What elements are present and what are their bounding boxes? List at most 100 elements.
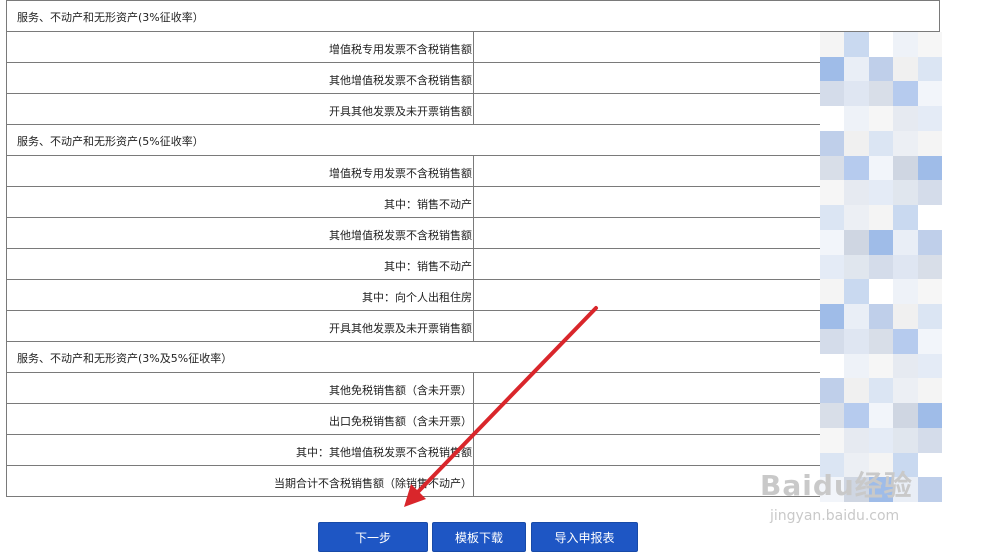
field-label: 其他增值税发票不含税销售额 [329,229,472,242]
field-label: 其中：销售不动产 [384,260,472,273]
table-row: 增值税专用发票不含税销售额 [6,32,940,63]
blur-block [893,155,918,181]
blur-block [844,403,869,428]
blur-block [820,130,845,156]
blur-block [844,81,869,107]
field-label: 增值税专用发票不含税销售额 [329,167,472,180]
blur-block [917,304,942,329]
blur-block [820,427,845,453]
blur-block [868,328,894,354]
blur-block [844,205,869,230]
blur-block [893,304,918,329]
blur-block [868,304,894,329]
blur-block [820,279,845,305]
table-row: 开具其他发票及未开票销售额 [6,311,940,342]
blur-block [844,378,869,404]
next-step-button[interactable]: 下一步 [318,522,428,552]
blur-block [844,56,869,82]
blur-block [844,304,869,329]
blur-block [844,254,869,280]
blur-block [844,106,869,131]
import-report-button[interactable]: 导入申报表 [531,522,638,552]
table-row: 增值税专用发票不含税销售额 [6,156,940,187]
template-download-button[interactable]: 模板下载 [432,522,526,552]
blur-block [917,229,942,255]
table-row: 出口免税销售额（含未开票） [6,404,940,435]
blur-block [893,254,918,280]
blur-block [820,81,845,107]
baidu-watermark: Baidu经验 jingyan.baidu.com [760,464,990,544]
section-header-row: 服务、不动产和无形资产(3%及5%征收率） [6,342,940,373]
blur-block [917,427,942,453]
blur-block [844,229,869,255]
blur-block [820,304,845,329]
blur-block [820,155,845,181]
field-label: 其中：向个人出租住房 [362,291,472,304]
blur-block [893,106,918,131]
field-label: 出口免税销售额（含未开票） [329,415,472,428]
blur-block [893,229,918,255]
blur-block [868,403,894,428]
section-title: 服务、不动产和无形资产(3%及5%征收率） [17,352,233,365]
blur-block [893,180,918,206]
blur-block [820,32,845,57]
blur-block [820,56,845,82]
blur-block [893,279,918,305]
blur-block [868,81,894,107]
section-title: 服务、不动产和无形资产(3%征收率） [17,11,204,24]
blur-block [893,81,918,107]
field-label: 当期合计不含税销售额（除销售不动产） [274,477,472,490]
section-title: 服务、不动产和无形资产(5%征收率） [17,135,204,148]
blur-block [917,180,942,206]
section-header-row: 服务、不动产和无形资产(3%征收率） [6,0,940,32]
blur-block [844,353,869,379]
blur-block [844,180,869,206]
field-label: 开具其他发票及未开票销售额 [329,105,472,118]
blur-block [820,403,845,428]
watermark-logo: Baidu经验 [760,469,913,502]
table-row: 其他免税销售额（含未开票） [6,373,940,404]
blur-block [868,205,894,230]
table-row: 开具其他发票及未开票销售额 [6,94,940,125]
blur-block [917,403,942,428]
blur-block [820,378,845,404]
blur-block [917,254,942,280]
blur-block [893,32,918,57]
blur-block [868,106,894,131]
blur-block [917,328,942,354]
watermark-url: jingyan.baidu.com [770,508,900,524]
blur-block [893,56,918,82]
blur-block [820,205,845,230]
blur-block [820,106,845,131]
table-row: 其中：向个人出租住房 [6,280,940,311]
blur-block [868,229,894,255]
blur-block [820,353,845,379]
table-row: 其中：其他增值税发票不含税销售额 [6,435,940,466]
field-label: 其中：其他增值税发票不含税销售额 [296,446,472,459]
blur-block [893,427,918,453]
blur-block [820,254,845,280]
field-label: 增值税专用发票不含税销售额 [329,43,472,56]
blur-block [917,205,942,230]
blur-block [893,353,918,379]
blur-block [917,32,942,57]
blur-block [868,279,894,305]
blur-block [820,180,845,206]
blur-block [893,403,918,428]
blur-block [893,205,918,230]
blur-block [868,155,894,181]
blur-block [868,378,894,404]
blur-block [844,155,869,181]
blur-block [917,56,942,82]
blur-block [844,130,869,156]
sales-form-table: 服务、不动产和无形资产(3%征收率） 增值税专用发票不含税销售额 其他增值税发票不含… [6,0,940,497]
blur-block [868,427,894,453]
blur-block [844,328,869,354]
blur-block [893,378,918,404]
blur-block [844,427,869,453]
field-label: 其他增值税发票不含税销售额 [329,74,472,87]
blur-block [844,32,869,57]
blur-block [868,254,894,280]
table-row: 其他增值税发票不含税销售额 [6,63,940,94]
blur-block [893,328,918,354]
